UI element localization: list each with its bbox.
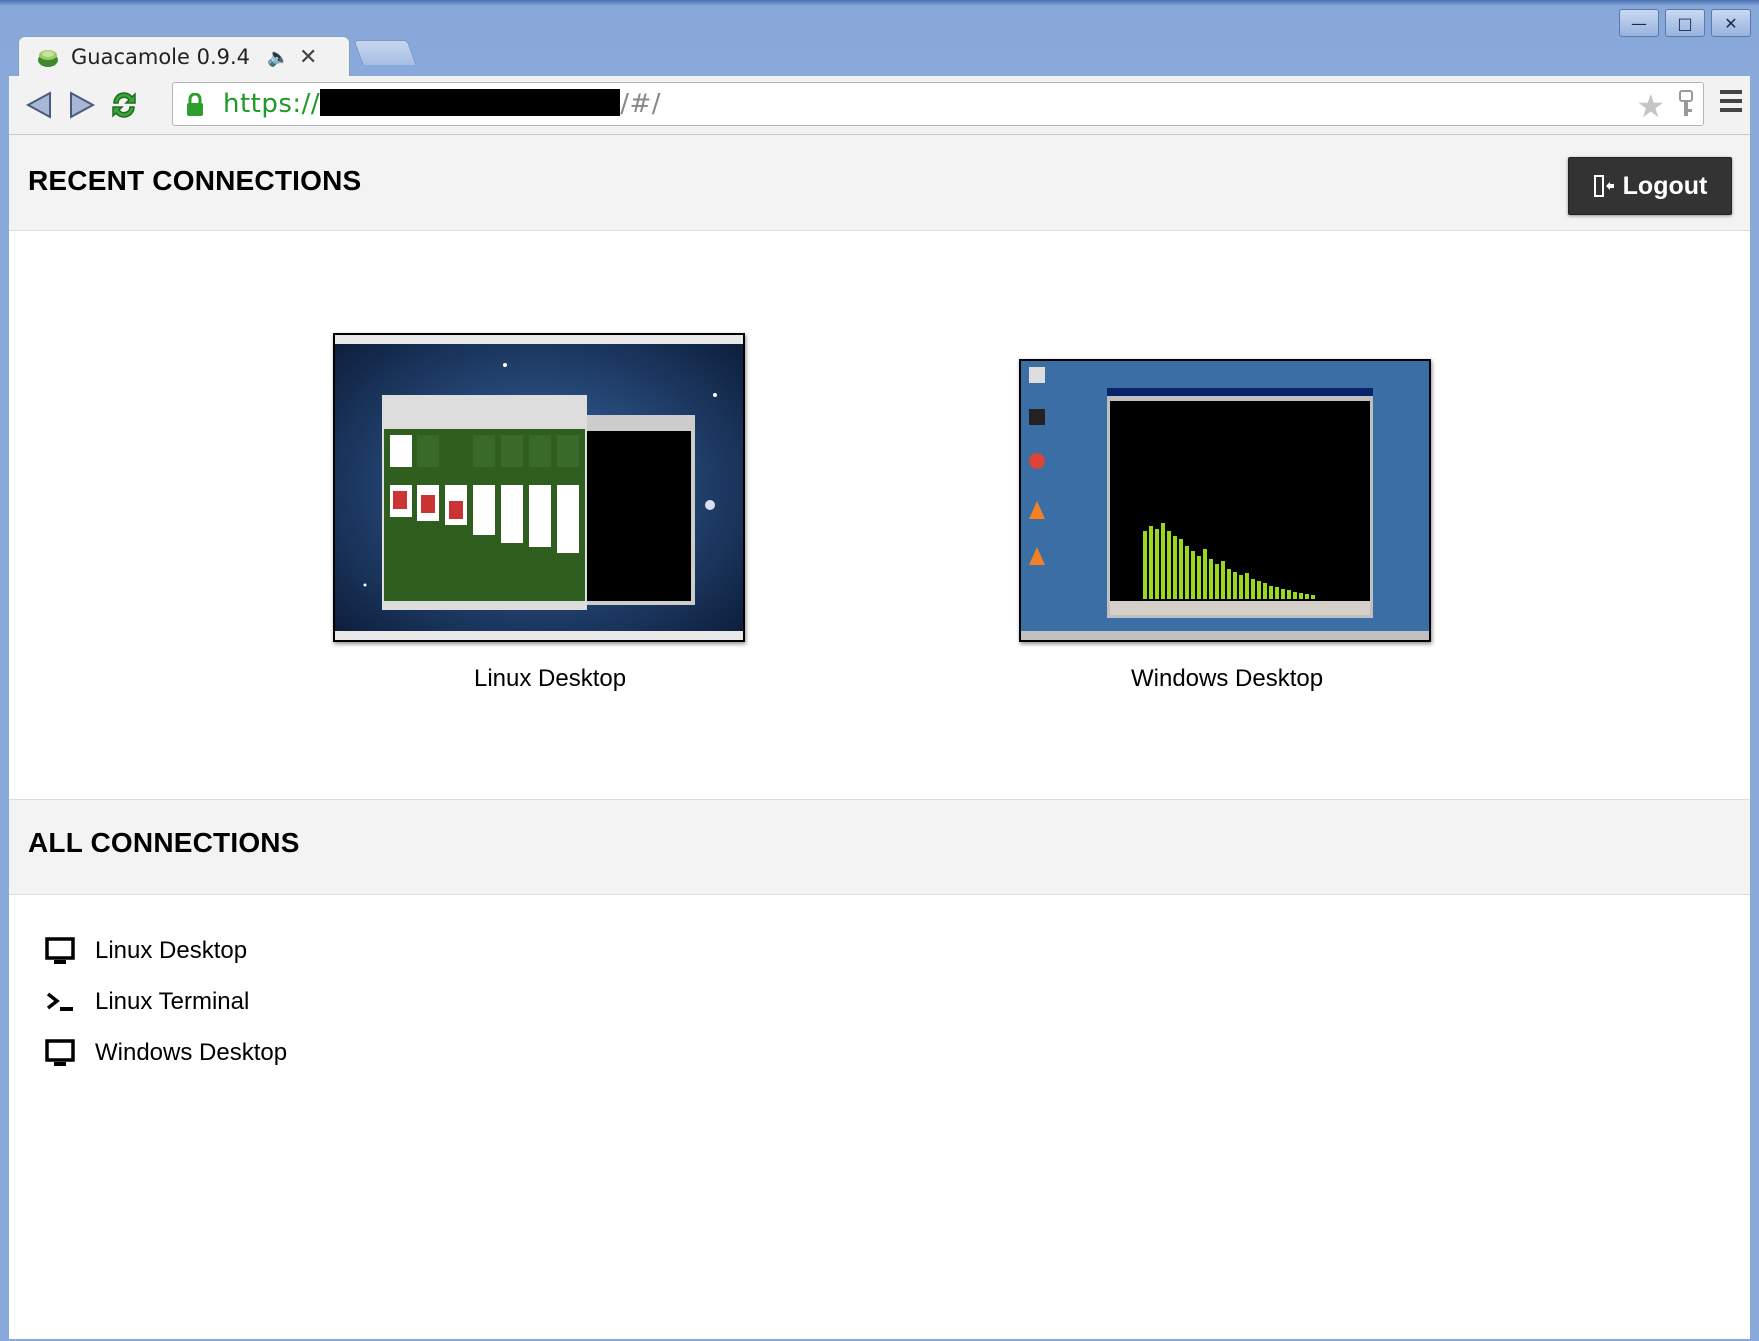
desktop-icon — [45, 1038, 75, 1068]
forward-button[interactable] — [64, 88, 100, 122]
tab-close-icon[interactable]: ✕ — [299, 45, 317, 70]
recent-connections-title: RECENT CONNECTIONS — [28, 165, 362, 196]
recent-windows-desktop-thumbnail[interactable] — [1019, 359, 1431, 642]
reload-button[interactable] — [106, 88, 142, 122]
lock-icon — [185, 92, 205, 117]
maximize-icon: □ — [1677, 13, 1693, 33]
all-connections-list: Linux Desktop Linux Terminal Windows Des… — [45, 925, 287, 1078]
tab-title: Guacamole 0.9.4 — [71, 45, 251, 69]
address-bar[interactable]: https:// /#/ ★ — [172, 82, 1704, 126]
close-icon: ✕ — [1724, 13, 1738, 33]
terminal-icon — [45, 987, 75, 1017]
url-path: /#/ — [620, 89, 662, 119]
logout-button[interactable]: Logout — [1568, 157, 1732, 215]
new-tab-button[interactable] — [353, 40, 417, 65]
list-item[interactable]: Linux Desktop — [45, 925, 287, 976]
recent-connections-header: RECENT CONNECTIONS Logout — [9, 135, 1750, 231]
list-item[interactable]: Linux Terminal — [45, 976, 287, 1027]
key-icon[interactable] — [1677, 89, 1695, 119]
connection-name[interactable]: Linux Terminal — [95, 988, 249, 1016]
close-window-button[interactable]: ✕ — [1711, 9, 1751, 37]
browser-toolbar: https:// /#/ ★ — [9, 76, 1750, 135]
desktop-icon — [45, 936, 75, 966]
browser-menu-button[interactable] — [1720, 90, 1742, 112]
windows-desktop-screenshot — [1021, 361, 1429, 640]
recent-linux-desktop-thumbnail[interactable] — [333, 333, 745, 642]
maximize-button[interactable]: □ — [1665, 9, 1705, 37]
minimize-button[interactable]: — — [1619, 9, 1659, 37]
back-button[interactable] — [21, 88, 57, 122]
url-text: https:// /#/ — [223, 89, 661, 119]
speaker-mute-icon[interactable]: 🔈 — [267, 47, 291, 68]
connection-name[interactable]: Linux Desktop — [95, 937, 247, 965]
recent-linux-desktop-name[interactable]: Linux Desktop — [474, 665, 626, 693]
logout-label: Logout — [1622, 171, 1708, 200]
bookmark-star-icon[interactable]: ★ — [1636, 87, 1665, 125]
all-connections-title: ALL CONNECTIONS — [28, 827, 300, 858]
all-connections-header: ALL CONNECTIONS — [9, 799, 1750, 895]
url-redacted-host — [320, 89, 621, 116]
list-item[interactable]: Windows Desktop — [45, 1027, 287, 1078]
reload-icon — [112, 92, 136, 118]
guacamole-home-page: RECENT CONNECTIONS Logout Linux Desktop … — [9, 135, 1750, 1339]
logout-icon — [1593, 173, 1615, 199]
connection-name[interactable]: Windows Desktop — [95, 1039, 287, 1067]
recent-windows-desktop-name[interactable]: Windows Desktop — [1131, 665, 1323, 693]
back-arrow-icon — [25, 91, 51, 119]
browser-window: — □ ✕ Guacamole 0.9.4 🔈 ✕ https:// /#/ ★… — [0, 0, 1759, 1341]
guacamole-favicon-icon — [37, 46, 59, 68]
browser-tab[interactable]: Guacamole 0.9.4 🔈 ✕ — [18, 36, 350, 77]
linux-desktop-screenshot — [335, 335, 743, 640]
minimize-icon: — — [1631, 13, 1647, 33]
window-controls: — □ ✕ — [1619, 9, 1751, 37]
forward-arrow-icon — [70, 91, 96, 119]
url-scheme: https:// — [223, 89, 321, 119]
